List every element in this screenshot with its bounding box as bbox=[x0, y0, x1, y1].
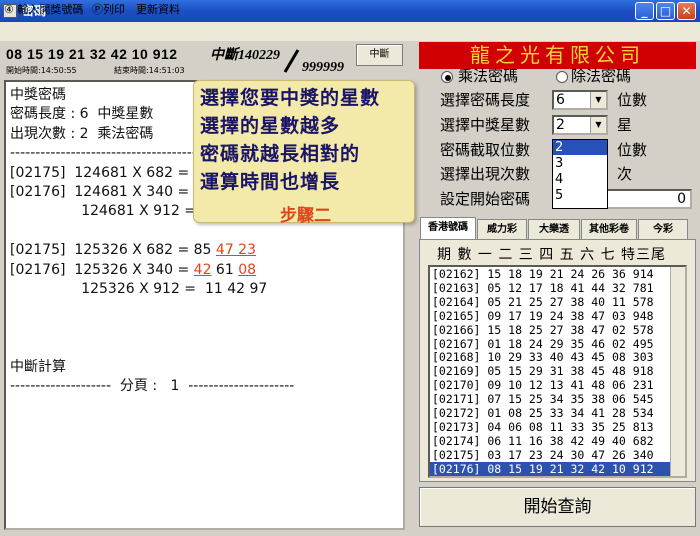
cut-unit: 位數 bbox=[617, 141, 648, 159]
result-line: 出現次數 : 2 乘法密碼 bbox=[10, 125, 154, 142]
interrupt-count: 中斷140229 bbox=[210, 48, 280, 63]
stars-dropdown-list: 2 3 4 5 bbox=[552, 139, 608, 209]
history-row[interactable]: [02176] 08 15 19 21 32 42 10 912 bbox=[430, 461, 670, 476]
history-row[interactable]: [02173] 04 06 08 11 33 35 25 813 bbox=[430, 420, 670, 435]
history-row[interactable]: [02172] 01 08 25 33 34 41 28 534 bbox=[430, 406, 670, 421]
start-query-button[interactable]: 開始查詢 bbox=[419, 487, 696, 527]
result-line: [02176] 124681 X 340 = bbox=[10, 184, 194, 200]
tab-today[interactable]: 今彩 bbox=[638, 219, 688, 239]
history-row[interactable]: [02164] 05 21 25 27 38 40 11 578 bbox=[430, 295, 670, 310]
history-list[interactable]: [02162] 15 18 19 21 24 26 36 914 [02163] … bbox=[428, 265, 687, 478]
history-scrollbar[interactable] bbox=[670, 267, 685, 476]
history-row[interactable]: [02171] 07 15 25 34 35 38 06 545 bbox=[430, 392, 670, 407]
history-row[interactable]: [02162] 15 18 19 21 24 26 36 914 bbox=[430, 267, 670, 282]
dropdown-option[interactable]: 2 bbox=[553, 140, 607, 155]
result-line: 中獎密碼 bbox=[10, 87, 66, 103]
history-row[interactable]: [02168] 10 29 33 40 43 45 08 303 bbox=[430, 350, 670, 365]
start-value: 0 bbox=[677, 191, 686, 207]
history-row[interactable]: [02163] 05 12 17 18 41 44 32 781 bbox=[430, 281, 670, 296]
callout-line: 選擇的星數越多 bbox=[200, 115, 341, 137]
tab-lotto[interactable]: 大樂透 bbox=[528, 219, 580, 239]
result-line: 125326 X 912 = 11 42 97 bbox=[10, 281, 268, 297]
callout-step: 步驟二 bbox=[280, 206, 331, 226]
tab-power[interactable]: 威力彩 bbox=[477, 219, 527, 239]
history-row[interactable]: [02165] 09 17 19 24 38 47 03 948 bbox=[430, 309, 670, 324]
tab-other[interactable]: 其他彩卷 bbox=[581, 219, 637, 239]
length-select[interactable]: 6 ▼ bbox=[552, 90, 608, 110]
stars-label: 選擇中獎星數 bbox=[440, 116, 531, 134]
menu-enter-numbers[interactable]: ④ 輸入開獎號碼 bbox=[4, 3, 83, 16]
minimize-button[interactable]: _ bbox=[635, 2, 654, 20]
history-row[interactable]: [02166] 15 18 25 27 38 47 02 578 bbox=[430, 323, 670, 338]
stars-select[interactable]: 2 ▼ bbox=[552, 115, 608, 135]
radio-multiply-label: 乘法密碼 bbox=[458, 67, 519, 85]
count-unit: 次 bbox=[617, 165, 633, 183]
history-row[interactable]: [02167] 01 18 24 29 35 46 02 495 bbox=[430, 337, 670, 352]
interrupt-button[interactable]: 中斷 bbox=[356, 44, 403, 66]
result-line: [02175] 125326 X 682 = 85 47 23 bbox=[10, 242, 257, 259]
close-button[interactable]: ✕ bbox=[677, 2, 696, 20]
maximize-button[interactable]: □ bbox=[656, 2, 675, 20]
total-count: 999999 bbox=[302, 60, 344, 75]
result-line: -------------------- 分頁 : 1 ------------… bbox=[10, 378, 295, 394]
start-label: 設定開始密碼 bbox=[440, 190, 531, 208]
callout-line: 密碼就越長相對的 bbox=[200, 143, 361, 165]
radio-divide-label: 除法密碼 bbox=[571, 67, 632, 85]
callout-line: 選擇您要中獎的星數 bbox=[200, 87, 381, 109]
length-label: 選擇密碼長度 bbox=[440, 91, 531, 109]
menu-update[interactable]: 更新資料 bbox=[136, 3, 180, 16]
chevron-down-icon[interactable]: ▼ bbox=[590, 92, 606, 108]
result-line: 密碼長度 : 6 中獎星數 bbox=[10, 106, 154, 123]
slash-divider bbox=[283, 49, 300, 73]
history-row[interactable]: [02175] 03 17 23 24 30 47 26 340 bbox=[430, 448, 670, 463]
chevron-down-icon[interactable]: ▼ bbox=[590, 117, 606, 133]
history-row[interactable]: [02170] 09 10 12 13 41 48 06 231 bbox=[430, 378, 670, 393]
radio-multiply[interactable] bbox=[441, 71, 453, 83]
length-unit: 位數 bbox=[617, 91, 648, 109]
stars-value: 2 bbox=[556, 117, 565, 133]
tab-hongkong[interactable]: 香港號碼 bbox=[420, 217, 476, 240]
winning-numbers: 08 15 19 21 32 42 10 912 bbox=[6, 46, 178, 62]
dropdown-option[interactable]: 4 bbox=[553, 172, 607, 187]
tutorial-callout: 選擇您要中獎的星數 選擇的星數越多 密碼就越長相對的 運算時間也增長 步驟二 bbox=[193, 80, 415, 226]
length-value: 6 bbox=[556, 92, 565, 108]
result-line: [02175] 124681 X 682 = bbox=[10, 164, 194, 181]
radio-divide[interactable] bbox=[556, 71, 568, 83]
cut-label: 密碼截取位數 bbox=[440, 141, 531, 159]
history-row[interactable]: [02174] 06 11 16 38 42 49 40 682 bbox=[430, 434, 670, 449]
start-time: 開始時間:14:50:55 bbox=[6, 66, 77, 75]
callout-line: 運算時間也增長 bbox=[200, 171, 341, 193]
company-banner: 龍之光有限公司 bbox=[419, 42, 696, 69]
stars-unit: 星 bbox=[617, 116, 633, 134]
count-label: 選擇出現次數 bbox=[440, 165, 531, 183]
dropdown-option[interactable]: 5 bbox=[553, 188, 607, 203]
menu-print[interactable]: Ⓟ列印 bbox=[92, 3, 125, 16]
history-row[interactable]: [02169] 05 15 29 31 38 45 48 918 bbox=[430, 364, 670, 379]
end-time: 結束時間:14:51:03 bbox=[114, 66, 185, 75]
result-line: 中斷計算 bbox=[10, 358, 66, 375]
menu-bar bbox=[0, 22, 700, 41]
history-header: 期 數 一 二 三 四 五 六 七 特三尾 bbox=[437, 247, 667, 263]
result-line: [02176] 125326 X 340 = 42 61 08 bbox=[10, 261, 257, 278]
dropdown-option[interactable]: 3 bbox=[553, 156, 607, 171]
